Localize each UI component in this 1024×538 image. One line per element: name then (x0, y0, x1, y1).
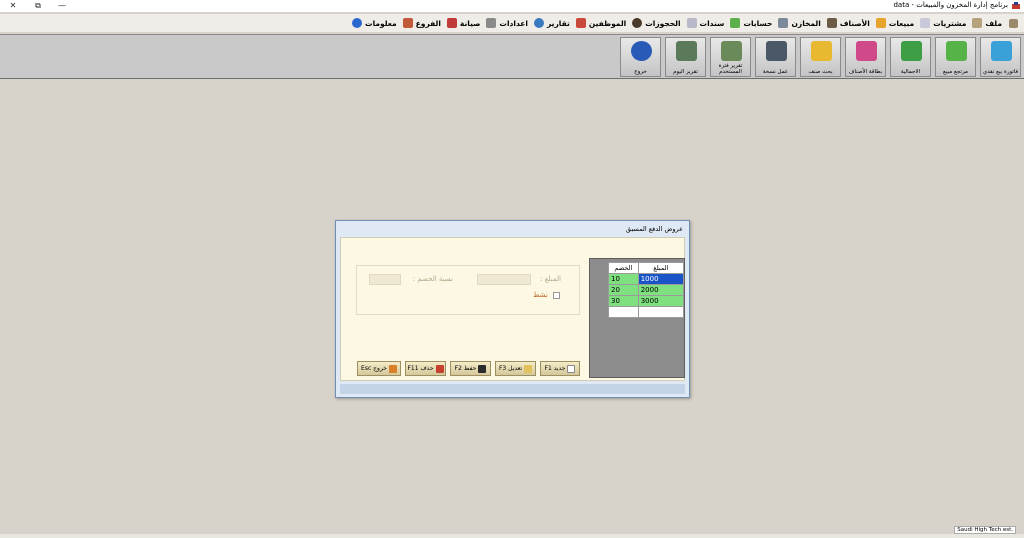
grid-cell-discount-new[interactable] (608, 306, 639, 318)
window-title: برنامج إدارة المخزون والمبيعات - data (893, 1, 1008, 9)
file-icon (972, 18, 983, 28)
edit-button[interactable]: تعديل F3 (495, 361, 536, 376)
app-logo-icon (1012, 2, 1020, 9)
menu-sales[interactable]: مبيعات (873, 18, 917, 28)
settings-icon (486, 18, 497, 28)
status-bar (0, 534, 1024, 538)
accounts-icon (730, 18, 741, 28)
voucher-icon (686, 18, 697, 28)
sales-icon (875, 18, 886, 28)
menu-branches[interactable]: الفروع (400, 18, 444, 28)
edit-icon (524, 364, 533, 373)
menu-employees[interactable]: الموظفين (573, 18, 629, 28)
menu-vouchers[interactable]: سندات (684, 18, 728, 28)
item-search-button[interactable]: بحث صنف (800, 37, 841, 77)
box-icon (826, 18, 837, 28)
employees-icon (575, 18, 586, 28)
active-label: نشط (533, 291, 548, 299)
menu-reservations[interactable]: الحجوزات (629, 18, 683, 28)
branches-icon (402, 18, 413, 28)
grid-cell-discount[interactable]: 30 (608, 295, 639, 307)
grid-cell-amount-new[interactable] (637, 306, 685, 318)
offers-grid[interactable]: المبلغ الخصم 1000 10 2000 20 3000 30 (608, 262, 685, 318)
sales-return-button[interactable]: مرتجع مبيع (935, 37, 976, 77)
delete-button[interactable]: حذف F11 (405, 361, 446, 376)
dialog-footer (340, 384, 685, 394)
company-status: Saudi High Tech est. (954, 526, 1016, 534)
title-bar: ✕ ⧉ — برنامج إدارة المخزون والمبيعات - d… (0, 0, 1024, 12)
close-window-button[interactable]: ✕ (2, 0, 24, 12)
discount-label: نسبة الخصم : (412, 275, 453, 283)
item-search-icon (811, 41, 832, 61)
totals-icon (901, 41, 922, 61)
daily-report-button[interactable]: تقرير اليوم (665, 37, 706, 77)
new-button[interactable]: جديد F1 (540, 361, 580, 376)
user-report-icon (721, 41, 742, 61)
menu-settings[interactable]: اعدادات (483, 18, 531, 28)
grid-cell-discount[interactable]: 10 (608, 273, 639, 285)
minimize-window-button[interactable]: — (51, 0, 73, 12)
daily-report-icon (676, 41, 697, 61)
items-card-button[interactable]: بطاقة الأصناف (845, 37, 886, 77)
menu-file[interactable]: ملف (969, 18, 1005, 28)
warehouse-icon (778, 18, 789, 28)
active-checkbox[interactable] (553, 292, 560, 299)
menu-bar: ملف مشتريات مبيعات الأصناف المخازن حسابا… (0, 14, 1024, 32)
exit-icon (388, 364, 397, 373)
menu-reports[interactable]: تقارير (531, 18, 573, 28)
menu-items[interactable]: الأصناف (824, 18, 873, 28)
menu-purchases[interactable]: مشتريات (917, 18, 969, 28)
grid-cell-amount[interactable]: 1000 (637, 273, 685, 285)
dialog-title: عروض الدفع المسبق (625, 225, 683, 233)
menu-warehouses[interactable]: المخازن (775, 18, 823, 28)
prepayment-offers-dialog: عروض الدفع المسبق المبلغ الخصم 1000 10 2… (335, 220, 690, 398)
dialog-body: المبلغ الخصم 1000 10 2000 20 3000 30 الم… (340, 237, 685, 381)
sales-return-icon (946, 41, 967, 61)
table-row[interactable]: 2000 20 (608, 284, 685, 296)
offers-grid-panel: المبلغ الخصم 1000 10 2000 20 3000 30 (589, 258, 685, 378)
items-card-icon (856, 41, 877, 61)
grid-header-discount[interactable]: الخصم (608, 262, 639, 274)
menu-accounts[interactable]: حسابات (727, 18, 775, 28)
offer-form: المبلغ : نسبة الخصم : نشط (356, 265, 580, 315)
new-document-icon (567, 364, 576, 373)
grid-cell-discount[interactable]: 20 (608, 284, 639, 296)
delete-icon (435, 364, 444, 373)
restore-window-button[interactable]: ⧉ (27, 0, 49, 12)
lock-icon (631, 41, 652, 61)
exit-button[interactable]: خروج (620, 37, 661, 77)
table-row[interactable]: 3000 30 (608, 295, 685, 307)
save-button[interactable]: حفظ F2 (450, 361, 491, 376)
table-row[interactable]: 1000 10 (608, 273, 685, 285)
grid-cell-amount[interactable]: 3000 (637, 295, 685, 307)
maintenance-icon (446, 18, 457, 28)
main-toolbar: فاتورة بيع نقدي مرتجع مبيع الاجمالية بطا… (0, 34, 1024, 79)
cash-sale-button[interactable]: فاتورة بيع نقدي (980, 37, 1021, 77)
grid-cell-amount[interactable]: 2000 (637, 284, 685, 296)
grid-header-amount[interactable]: المبلغ (637, 262, 685, 274)
document-icon (920, 18, 931, 28)
reports-icon (533, 18, 544, 28)
save-icon (478, 364, 487, 373)
menu-app-icon (1009, 18, 1018, 28)
user-report-button[interactable]: تقرير فترة المستخدم (710, 37, 751, 77)
amount-field[interactable] (477, 274, 531, 285)
menu-info[interactable]: معلومات (349, 18, 400, 28)
table-row-new[interactable] (608, 306, 685, 318)
info-icon (352, 18, 363, 28)
discount-field[interactable] (369, 274, 401, 285)
cash-sale-icon (991, 41, 1012, 61)
backup-button[interactable]: عمل نسخة (755, 37, 796, 77)
reservation-icon (632, 18, 643, 28)
amount-label: المبلغ : (540, 275, 561, 283)
exit-dialog-button[interactable]: خروج Esc (357, 361, 401, 376)
totals-button[interactable]: الاجمالية (890, 37, 931, 77)
menu-maintenance[interactable]: صيانة (444, 18, 484, 28)
backup-icon (766, 41, 787, 61)
